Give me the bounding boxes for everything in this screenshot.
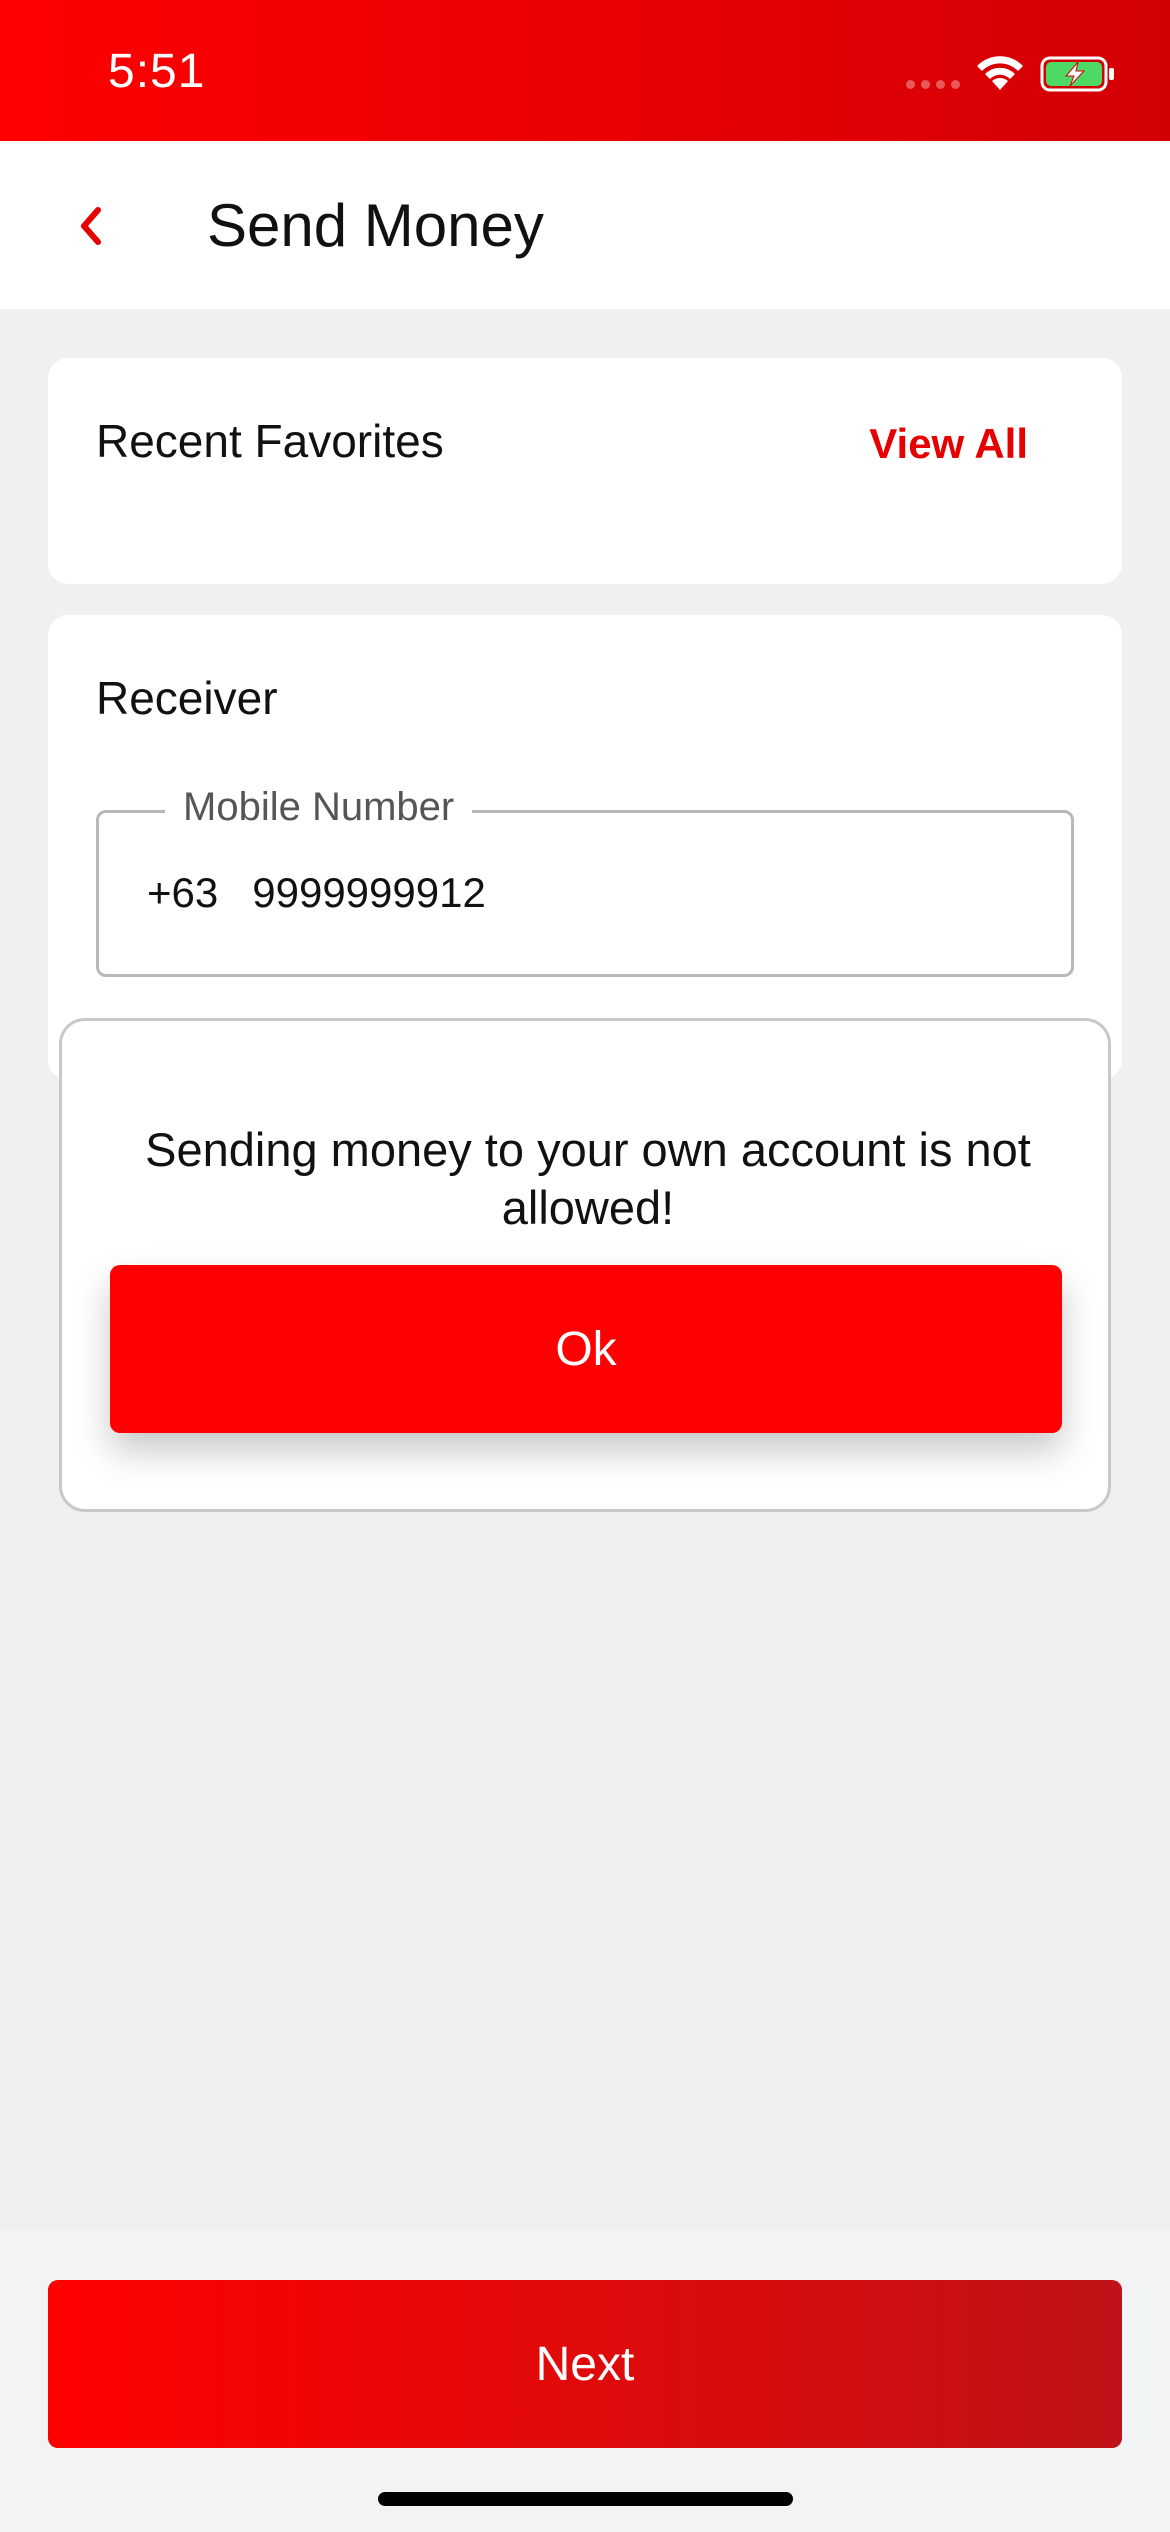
wifi-icon: [977, 56, 1023, 90]
mobile-number-field[interactable]: Mobile Number +63 9999999912: [96, 785, 1074, 977]
cellular-signal-icon: [906, 80, 960, 89]
view-all-link[interactable]: View All: [869, 420, 1028, 468]
page-title: Send Money: [207, 192, 544, 259]
recent-favorites-card: Recent Favorites View All: [48, 358, 1122, 584]
home-indicator: [378, 2492, 793, 2506]
back-button[interactable]: [60, 191, 120, 261]
status-bar: 5:51: [0, 0, 1170, 141]
mobile-number-value: +63 9999999912: [147, 869, 486, 917]
receiver-title: Receiver: [96, 672, 278, 724]
ok-button[interactable]: Ok: [110, 1265, 1062, 1433]
chevron-left-icon: [81, 207, 101, 245]
recent-favorites-title: Recent Favorites: [96, 415, 444, 467]
alert-dialog: Sending money to your own account is not…: [59, 1018, 1111, 1512]
battery-charging-icon: [1040, 56, 1114, 92]
country-code[interactable]: +63: [147, 869, 218, 917]
receiver-card: Receiver Mobile Number +63 9999999912: [48, 615, 1122, 1080]
send-money-screen: 5:51 Send Money Recent Favorites View Al…: [0, 0, 1170, 2532]
alert-message: Sending money to your own account is not…: [145, 1123, 1031, 1234]
mobile-number-label: Mobile Number: [165, 785, 473, 830]
header: Send Money: [0, 141, 1170, 309]
bottom-bar: Next: [0, 2230, 1170, 2532]
next-button[interactable]: Next: [48, 2280, 1122, 2448]
status-time: 5:51: [108, 45, 206, 98]
mobile-number-input[interactable]: 9999999912: [252, 869, 486, 917]
